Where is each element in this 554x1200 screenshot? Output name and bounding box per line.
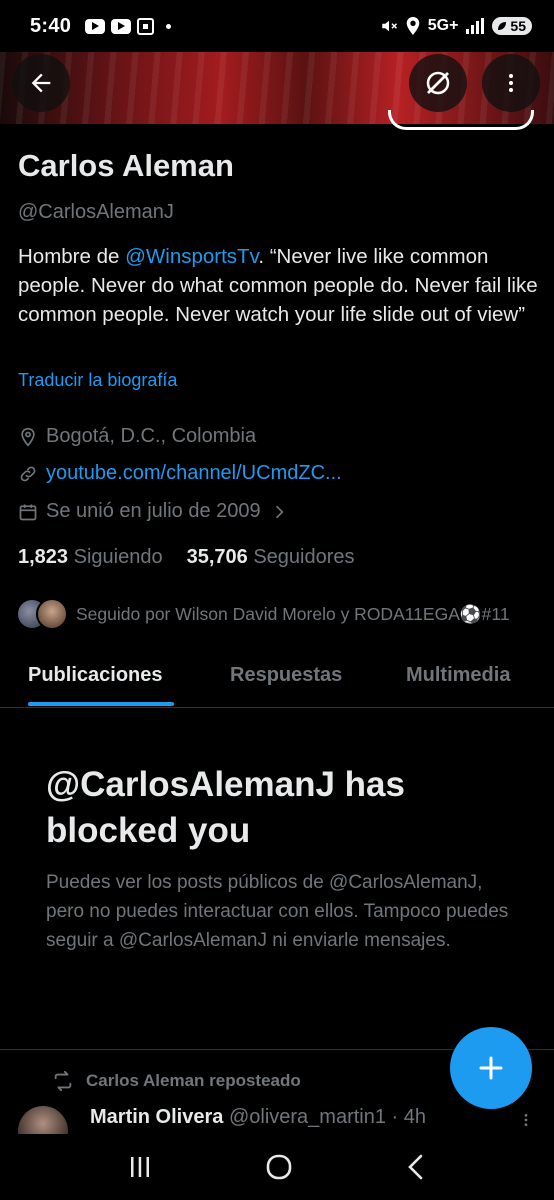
youtube-icon xyxy=(85,18,106,34)
recents-icon[interactable] xyxy=(126,1154,154,1180)
bio-text: Hombre de xyxy=(18,245,126,268)
translate-bio-link[interactable]: Traducir la biografía xyxy=(18,370,177,391)
notification-icons xyxy=(85,17,172,35)
back-button[interactable] xyxy=(12,54,70,112)
following-link[interactable]: 1,823 Siguiendo xyxy=(18,546,163,569)
location-text: Bogotá, D.C., Colombia xyxy=(46,425,257,447)
tweet-header[interactable]: Martin Olivera @olivera_martin1 · 4h xyxy=(18,1104,538,1134)
followed-by-text: Seguido por Wilson David Morelo y RODA11… xyxy=(76,603,510,624)
link-icon xyxy=(20,466,36,481)
followers-link[interactable]: 35,706 Seguidores xyxy=(187,546,355,569)
profile-joined-date[interactable]: Se unió en julio de 2009 xyxy=(18,500,289,523)
more-vertical-icon xyxy=(524,1114,528,1126)
joined-text: Se unió en julio de 2009 xyxy=(46,500,261,522)
more-options-button[interactable] xyxy=(482,54,540,112)
compose-button[interactable] xyxy=(450,1027,532,1109)
active-tab-indicator xyxy=(28,702,174,706)
bio-mention-link[interactable]: @WinsportsTv xyxy=(125,245,258,268)
repost-context: Carlos Aleman reposteado xyxy=(52,1070,301,1092)
grok-icon xyxy=(426,71,450,95)
tweet-author-name: Martin Olivera xyxy=(90,1106,224,1128)
home-icon[interactable] xyxy=(265,1153,293,1181)
profile-bio: Hombre de @WinsportsTv. “Never live like… xyxy=(18,242,538,329)
tab-respuestas[interactable]: Respuestas xyxy=(230,664,342,687)
grok-button[interactable] xyxy=(409,54,467,112)
repost-icon xyxy=(54,1070,72,1092)
followed-by-avatars xyxy=(16,598,70,630)
battery-saver-icon xyxy=(498,22,507,30)
signal-icon xyxy=(466,18,485,34)
back-nav-icon[interactable] xyxy=(404,1153,428,1181)
avatar[interactable] xyxy=(18,1106,68,1134)
calendar-icon xyxy=(19,504,37,520)
status-bar: 5:40 5G+ 55 xyxy=(0,0,554,52)
follow-counts: 1,823 Siguiendo 35,706 Seguidores xyxy=(18,546,355,569)
edit-profile-button-edge[interactable] xyxy=(388,110,534,130)
profile-name: Carlos Aleman xyxy=(18,148,234,183)
back-arrow-icon xyxy=(31,73,51,93)
location-status-icon xyxy=(406,17,420,35)
profile-handle: @CarlosAlemanJ xyxy=(18,201,174,223)
location-pin-icon xyxy=(21,427,35,447)
followers-count: 35,706 xyxy=(186,546,248,568)
status-time: 5:40 xyxy=(30,14,72,37)
plus-icon xyxy=(479,1056,503,1080)
website-link[interactable]: youtube.com/channel/UCmdZC... xyxy=(46,462,342,485)
network-type: 5G+ xyxy=(427,17,459,34)
profile-website[interactable]: youtube.com/channel/UCmdZC... xyxy=(18,462,342,485)
screenshot-icon xyxy=(137,17,155,35)
battery-indicator: 55 xyxy=(492,17,532,35)
followers-label: Seguidores xyxy=(253,546,355,568)
tab-multimedia[interactable]: Multimedia xyxy=(406,664,510,687)
following-count: 1,823 xyxy=(18,546,69,568)
youtube-icon xyxy=(111,18,132,34)
following-label: Siguiendo xyxy=(73,546,163,568)
blocked-message: Puedes ver los posts públicos de @Carlos… xyxy=(46,872,509,951)
more-notifications-dot-icon xyxy=(166,23,172,29)
followed-by-row[interactable]: Seguido por Wilson David Morelo y RODA11… xyxy=(16,598,510,630)
mute-icon xyxy=(381,20,397,32)
tweet-author: Martin Olivera @olivera_martin1 · 4h xyxy=(90,1106,426,1129)
chevron-right-icon xyxy=(275,505,284,518)
profile-location: Bogotá, D.C., Colombia xyxy=(18,425,256,448)
tab-publicaciones[interactable]: Publicaciones xyxy=(28,664,163,687)
status-right: 5G+ 55 xyxy=(380,17,532,35)
tweet-time: · 4h xyxy=(391,1106,427,1128)
avatar xyxy=(36,598,68,630)
repost-label: Carlos Aleman reposteado xyxy=(86,1071,301,1090)
system-nav-bar xyxy=(0,1134,554,1200)
profile-tabs: Publicaciones Respuestas Multimedia xyxy=(0,648,554,708)
blocked-title: @CarlosAlemanJ has blocked you xyxy=(46,765,405,850)
tweet-author-handle: @olivera_martin1 xyxy=(228,1106,386,1128)
tweet-more-button[interactable] xyxy=(518,1110,534,1134)
more-vertical-icon xyxy=(509,74,513,92)
